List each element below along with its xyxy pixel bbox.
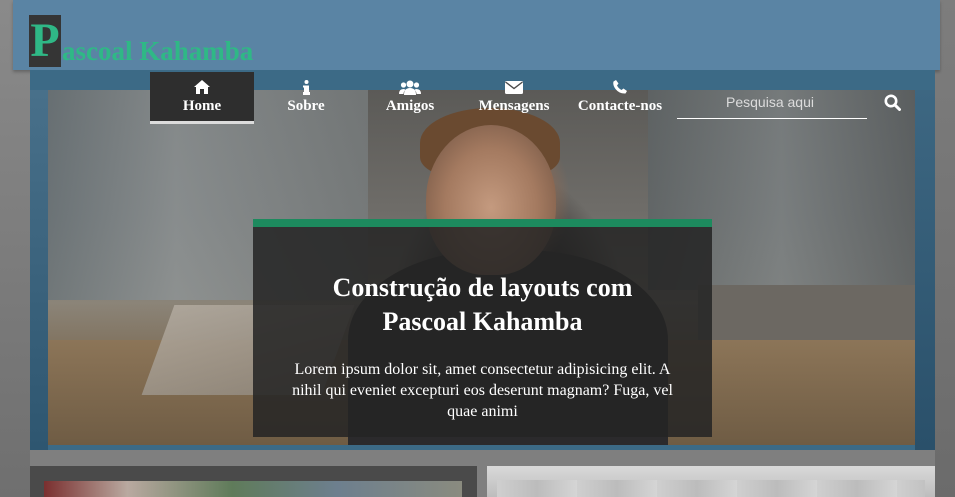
users-icon — [399, 78, 421, 96]
logo-initial: P — [29, 14, 61, 67]
card-left-image — [44, 481, 462, 497]
nav-label-amigos: Amigos — [385, 98, 435, 114]
card-left[interactable] — [30, 466, 477, 497]
card-right-image — [497, 480, 925, 497]
nav-label-contacte-nos: Contacte-nos — [577, 98, 663, 114]
card-right[interactable] — [487, 466, 935, 497]
hero-edge-right — [915, 90, 935, 450]
left-side-panel — [0, 0, 30, 497]
info-icon — [302, 78, 310, 96]
nav-label-mensagens: Mensagens — [478, 98, 550, 114]
search-icon — [884, 94, 901, 114]
hero-caption-box: Construção de layouts com Pascoal Kahamb… — [253, 219, 712, 437]
site-header: Pascoal Kahamba — [13, 0, 940, 70]
hero-title: Construção de layouts com Pascoal Kahamb… — [332, 273, 633, 336]
nav-item-contacte-nos[interactable]: Contacte-nos — [566, 72, 674, 124]
nav-item-mensagens[interactable]: Mensagens — [462, 72, 566, 124]
search-field — [677, 88, 867, 119]
phone-icon — [613, 78, 627, 96]
search-button[interactable] — [882, 94, 902, 114]
envelope-icon — [505, 78, 523, 96]
search-input[interactable] — [677, 88, 863, 116]
hero-edge-left — [30, 90, 48, 450]
nav-label-home: Home — [182, 98, 222, 114]
hero-text: Lorem ipsum dolor sit, amet consectetur … — [292, 361, 673, 420]
nav-item-sobre[interactable]: Sobre — [254, 72, 358, 124]
home-icon — [194, 78, 210, 96]
nav-item-amigos[interactable]: Amigos — [358, 72, 462, 124]
main-navbar: Home Sobre Amigos Mensagens Contacte-nos — [150, 72, 910, 124]
nav-item-home[interactable]: Home — [150, 72, 254, 124]
logo-text: ascoal Kahamba — [62, 36, 254, 66]
nav-label-sobre: Sobre — [287, 98, 325, 114]
site-logo[interactable]: Pascoal Kahamba — [29, 14, 254, 67]
right-side-panel — [935, 0, 955, 497]
